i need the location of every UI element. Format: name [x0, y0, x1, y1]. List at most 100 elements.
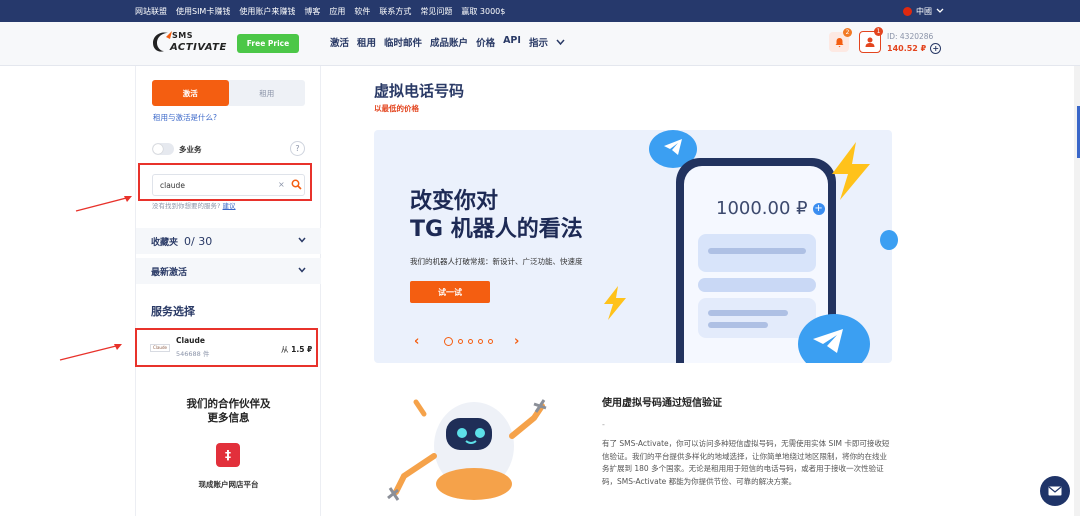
- top-link-software[interactable]: 软件: [354, 6, 370, 17]
- banner-title-line2: TG 机器人的看法: [410, 217, 583, 242]
- phone-card-line: [708, 310, 788, 316]
- nav-instructions[interactable]: 指示: [529, 35, 548, 49]
- services-title: 服务选择: [151, 305, 195, 318]
- language-selector[interactable]: 中國: [903, 0, 944, 22]
- page-title: 虚拟电话号码: [374, 82, 465, 100]
- nav-temp-mail[interactable]: 临时邮件: [384, 35, 422, 49]
- info-divider: -: [602, 420, 605, 429]
- main-nav: 激活 租用 临时邮件 成品账户 价格 API 指示: [330, 35, 565, 49]
- nav-activate[interactable]: 激活: [330, 35, 349, 49]
- telegram-icon: [880, 230, 898, 250]
- banner-next-arrow-icon[interactable]: ›: [514, 334, 519, 349]
- china-flag-icon: [903, 6, 912, 16]
- toggle-knob: [153, 144, 163, 154]
- rent-activate-help-link[interactable]: 租用与激活是什么?: [153, 112, 217, 123]
- tab-activate[interactable]: 激活: [152, 80, 229, 106]
- telegram-plane-icon: [664, 139, 682, 155]
- banner-pagination: [444, 337, 493, 346]
- top-up-plus-icon[interactable]: +: [930, 43, 942, 54]
- annotation-arrow-icon: [59, 344, 122, 361]
- sidebar: 激活 租用 租用与激活是什么? 多业务 ? claude × 没有找到你想要的服…: [135, 66, 321, 516]
- account-id: ID: 4320286: [887, 32, 934, 41]
- chevron-down-icon: [298, 267, 306, 273]
- banner-prev-arrow-icon[interactable]: ‹: [414, 334, 419, 349]
- header: SMS ACTIVATE Free Price 激活 租用 临时邮件 成品账户 …: [0, 22, 1080, 66]
- logo-text-sms: SMS: [172, 31, 193, 40]
- pagination-dot[interactable]: [468, 339, 473, 344]
- chevron-down-icon[interactable]: [556, 38, 565, 47]
- pagination-dot[interactable]: [444, 337, 453, 346]
- bell-icon: [835, 37, 843, 47]
- multi-service-label: 多业务: [179, 145, 202, 154]
- banner-amount: 1000.00 ₽: [716, 198, 808, 219]
- phone-card: [698, 298, 816, 338]
- banner-title-line1: 改变你对: [410, 189, 499, 214]
- favorites-count: 0/ 30: [184, 234, 213, 248]
- partners-title-line1: 我们的合作伙伴及: [186, 398, 271, 410]
- multi-service-toggle[interactable]: [152, 143, 174, 155]
- top-link-faq[interactable]: 常见问题: [420, 6, 452, 17]
- not-found-hint: 没有找到你想要的服务? 建议: [152, 200, 236, 210]
- banner-title: 改变你对 TG 机器人的看法: [410, 188, 583, 244]
- recent-activations-accordion[interactable]: 最新激活: [136, 258, 321, 284]
- mode-tabs: 激活 租用: [152, 80, 305, 106]
- language-label: 中國: [916, 6, 932, 16]
- search-highlight-box: [138, 163, 312, 201]
- tab-rent[interactable]: 租用: [229, 80, 306, 106]
- info-body: 有了 SMS-Activate，你可以访问多种短信虚拟号码，无需使用实体 SIM…: [602, 439, 890, 486]
- notifications-button[interactable]: 2: [829, 28, 852, 52]
- free-price-button[interactable]: Free Price: [237, 34, 299, 53]
- top-link-win[interactable]: 赢取 3000$: [461, 6, 505, 17]
- partners-title: 我们的合作伙伴及 更多信息: [136, 397, 321, 425]
- support-chat-button[interactable]: [1040, 476, 1070, 506]
- partners-title-line2: 更多信息: [207, 412, 250, 424]
- top-link-blog[interactable]: 博客: [304, 6, 320, 17]
- mail-icon: [1048, 486, 1062, 496]
- suggest-link[interactable]: 建议: [223, 202, 236, 210]
- pagination-dot[interactable]: [478, 339, 483, 344]
- balance-illustration: 1000.00 ₽ +: [716, 198, 825, 219]
- nav-prices[interactable]: 价格: [476, 35, 495, 49]
- phone-card-line: [708, 248, 806, 254]
- plus-icon: +: [812, 202, 825, 215]
- favorites-accordion[interactable]: 收藏夹 0/ 30: [136, 228, 321, 254]
- robot-illustration: [387, 399, 547, 501]
- recent-label: 最新激活: [151, 267, 188, 278]
- lightning-icon: [832, 142, 870, 200]
- top-link-affiliate[interactable]: 网站联盟: [135, 6, 167, 17]
- annotation-arrow-icon: [75, 196, 132, 212]
- nav-accounts[interactable]: 成品账户: [430, 35, 468, 49]
- notifications-badge: 2: [843, 28, 852, 37]
- balance-value: 140.52 ₽: [887, 44, 927, 53]
- top-link-app[interactable]: 应用: [329, 6, 345, 17]
- help-question-icon[interactable]: ?: [290, 141, 305, 156]
- chevron-down-icon: [936, 8, 944, 13]
- user-badge: 1: [874, 27, 883, 36]
- account-balance: 140.52 ₽ +: [887, 43, 942, 54]
- user-profile-button[interactable]: 1: [859, 27, 883, 53]
- top-link-account[interactable]: 使用账户来赚钱: [239, 6, 295, 17]
- nav-rent[interactable]: 租用: [357, 35, 376, 49]
- top-link-sim[interactable]: 使用SIM卡赚钱: [176, 6, 230, 17]
- info-title: 使用虚拟号码通过短信验证: [602, 398, 722, 409]
- phone-card: [698, 278, 816, 292]
- pagination-dot[interactable]: [458, 339, 463, 344]
- phone-card-line: [708, 322, 768, 328]
- partner-shop-logo-icon[interactable]: ‡: [216, 443, 240, 467]
- promo-banner[interactable]: 改变你对 TG 机器人的看法 我们的机器人打破常规：新设计、广泛功能、快速度 试…: [374, 130, 892, 363]
- top-links: 网站联盟 使用SIM卡赚钱 使用账户来赚钱 博客 应用 软件 联系方式 常见问题…: [135, 0, 505, 22]
- nav-api[interactable]: API: [503, 35, 521, 49]
- try-it-button[interactable]: 试一试: [410, 281, 490, 303]
- not-found-text: 没有找到你想要的服务?: [152, 202, 221, 210]
- lightning-icon: [604, 286, 626, 320]
- sms-activate-logo[interactable]: SMS ACTIVATE: [150, 27, 228, 61]
- pagination-dot[interactable]: [488, 339, 493, 344]
- top-bar: 网站联盟 使用SIM卡赚钱 使用账户来赚钱 博客 应用 软件 联系方式 常见问题…: [0, 0, 1080, 22]
- telegram-plane-icon: [813, 329, 843, 353]
- partner-name[interactable]: 现成账户网店平台: [136, 479, 321, 490]
- top-link-contact[interactable]: 联系方式: [379, 6, 411, 17]
- banner-description: 我们的机器人打破常规：新设计、广泛功能、快速度: [410, 257, 583, 266]
- chevron-down-icon: [298, 237, 306, 243]
- phone-card: [698, 234, 816, 272]
- favorites-label: 收藏夹: [151, 237, 179, 248]
